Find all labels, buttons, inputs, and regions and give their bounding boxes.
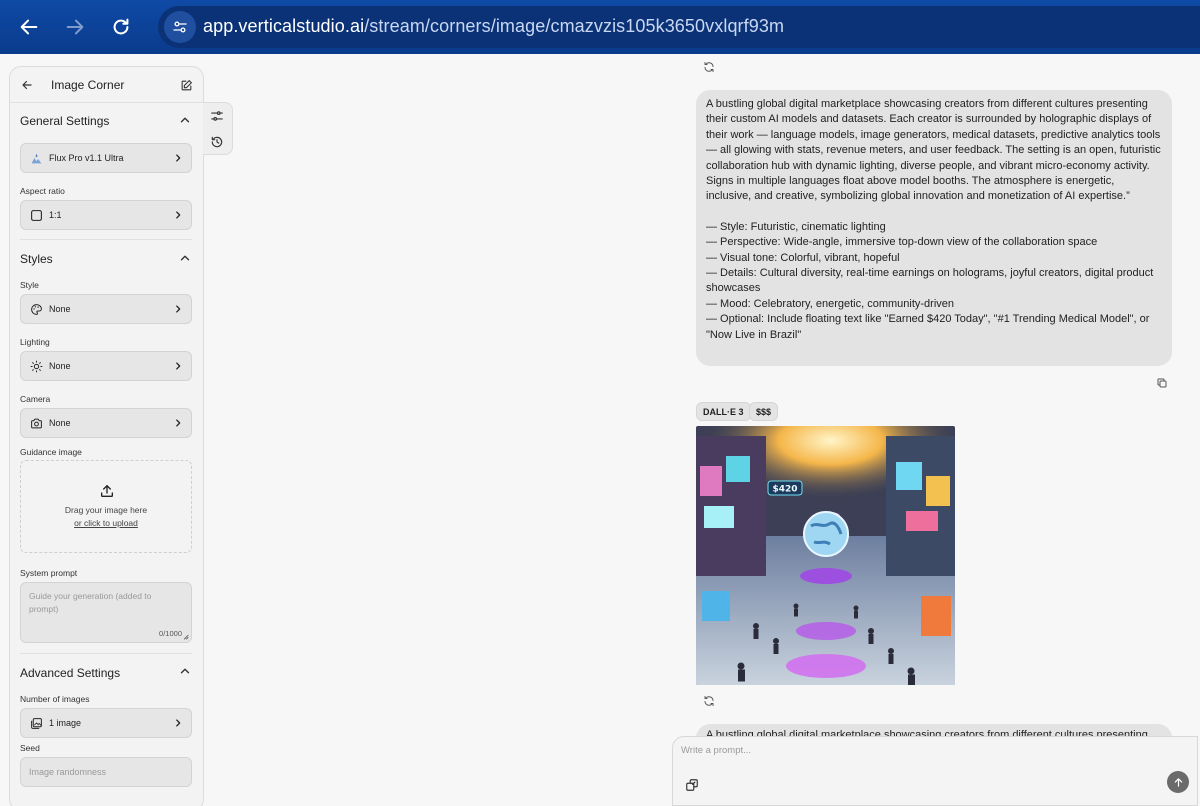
price-badge: $$$ (749, 402, 779, 421)
sun-icon (29, 359, 43, 373)
forward-arrow-icon[interactable] (57, 9, 93, 45)
attach-image-icon[interactable] (685, 778, 699, 792)
url-path: /stream/corners/image/cmazvzis105k3650vx… (364, 16, 785, 36)
site-info-icon[interactable] (164, 11, 196, 43)
lighting-label: Lighting (20, 337, 50, 347)
aspect-ratio-label: Aspect ratio (20, 186, 65, 196)
number-of-images-select[interactable]: 1 image (20, 708, 192, 738)
send-button[interactable] (1167, 771, 1189, 793)
character-count: 0/1000 (159, 629, 182, 638)
guidance-image-dropzone[interactable]: Drag your image here or click to upload (20, 460, 192, 553)
copy-icon[interactable] (1156, 377, 1168, 389)
lighting-select[interactable]: None (20, 351, 192, 381)
user-prompt-bubble: A bustling global digital marketplace sh… (696, 90, 1172, 366)
settings-sidebar: Image Corner General Settings Flux Pro v… (9, 66, 204, 806)
history-icon[interactable] (210, 135, 224, 149)
system-prompt-label: System prompt (20, 568, 78, 578)
seed-placeholder: Image randomness (29, 767, 107, 777)
generated-image[interactable]: $420 (696, 426, 955, 685)
sidebar-title: Image Corner (51, 78, 125, 92)
system-prompt-textarea[interactable]: Guide your generation (added to prompt) … (20, 582, 192, 643)
regenerate-icon[interactable] (703, 61, 715, 73)
chevron-right-icon (176, 362, 181, 370)
section-divider (20, 653, 192, 654)
back-arrow-icon[interactable] (18, 76, 36, 94)
aspect-ratio-select[interactable]: 1:1 (20, 200, 192, 230)
advanced-settings-heading[interactable]: Advanced Settings (20, 666, 120, 680)
section-divider (20, 239, 192, 240)
prompt-style-line: — Style: Futuristic, cinematic lighting (706, 220, 886, 233)
number-of-images-label: Number of images (20, 694, 90, 704)
address-bar[interactable]: app.verticalstudio.ai/stream/corners/ima… (158, 6, 1200, 48)
palette-icon (29, 302, 43, 316)
model-value: Flux Pro v1.1 Ultra (49, 153, 124, 163)
sliders-icon[interactable] (210, 109, 224, 123)
chevron-right-icon (176, 305, 181, 313)
prompt-input[interactable]: Write a prompt... (681, 745, 751, 756)
general-settings-heading[interactable]: General Settings (20, 114, 109, 128)
seed-label: Seed (20, 743, 40, 753)
chevron-up-icon[interactable] (178, 113, 192, 127)
prompt-composer[interactable]: Write a prompt... (672, 736, 1198, 806)
url-text[interactable]: app.verticalstudio.ai/stream/corners/ima… (203, 16, 784, 37)
style-value: None (49, 304, 71, 314)
new-chat-edit-icon[interactable] (177, 76, 195, 94)
prompt-mood-line: — Mood: Celebratory, energetic, communit… (706, 297, 955, 310)
images-icon (29, 716, 43, 730)
square-icon (29, 208, 43, 222)
chevron-up-icon[interactable] (178, 251, 192, 265)
chevron-right-icon (176, 154, 181, 162)
camera-select[interactable]: None (20, 408, 192, 438)
prompt-tone-line: — Visual tone: Colorful, vibrant, hopefu… (706, 251, 900, 264)
reload-icon[interactable] (103, 9, 139, 45)
upload-icon (101, 485, 113, 497)
chevron-right-icon (176, 419, 181, 427)
camera-icon (29, 416, 43, 430)
seed-input[interactable]: Image randomness (20, 757, 192, 787)
chevron-right-icon (176, 719, 181, 727)
style-label: Style (20, 280, 39, 290)
regenerate-icon[interactable] (703, 695, 715, 707)
model-select[interactable]: Flux Pro v1.1 Ultra (20, 143, 192, 173)
image-sign-text: $420 (772, 485, 797, 495)
prompt-paragraph: A bustling global digital marketplace sh… (706, 98, 1161, 203)
camera-label: Camera (20, 394, 51, 404)
camera-value: None (49, 418, 71, 428)
guidance-image-label: Guidance image (20, 447, 82, 457)
chevron-up-icon[interactable] (178, 664, 192, 678)
prompt-perspective-line: — Perspective: Wide-angle, immersive top… (706, 236, 1098, 249)
prompt-optional-line: — Optional: Include floating text like "… (706, 313, 1150, 341)
aspect-ratio-value: 1:1 (49, 210, 62, 220)
styles-heading[interactable]: Styles (20, 252, 53, 266)
browser-toolbar: app.verticalstudio.ai/stream/corners/ima… (0, 0, 1200, 54)
tool-rail (203, 102, 233, 155)
prompt-details-line: — Details: Cultural diversity, real-time… (706, 267, 1154, 295)
dropzone-text: Drag your image here (64, 505, 148, 515)
url-host: app.verticalstudio.ai (203, 16, 365, 36)
arrow-up-icon (1174, 777, 1182, 787)
resize-handle-icon[interactable] (182, 633, 189, 640)
number-of-images-value: 1 image (49, 718, 82, 728)
model-badge: DALL·E 3 (696, 402, 751, 421)
lighting-value: None (49, 361, 71, 371)
style-select[interactable]: None (20, 294, 192, 324)
back-arrow-icon[interactable] (11, 9, 47, 45)
model-logo-icon (29, 151, 43, 165)
sidebar-header: Image Corner (10, 67, 203, 103)
upload-link[interactable]: or click to upload (21, 518, 191, 528)
system-prompt-placeholder: Guide your generation (added to prompt) (29, 591, 152, 614)
chevron-right-icon (176, 211, 181, 219)
